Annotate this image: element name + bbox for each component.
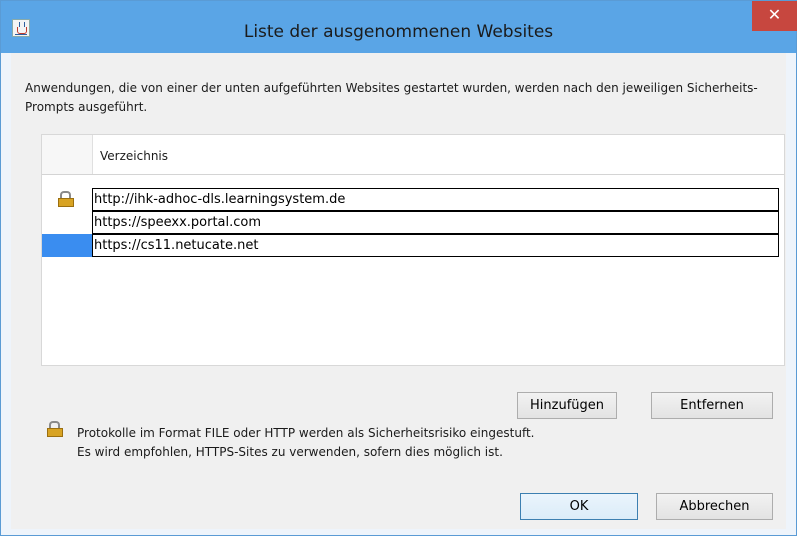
icon-column-header <box>42 135 93 174</box>
table-row-selected[interactable]: https://cs11.netucate.net <box>42 234 784 257</box>
dialog-window: Liste der ausgenommenen Websites ✕ Anwen… <box>0 0 797 536</box>
window-title: Liste der ausgenommenen Websites <box>243 22 554 42</box>
table-header: Verzeichnis <box>42 135 784 175</box>
url-cell[interactable]: http://ihk-adhoc-dls.learningsystem.de <box>92 188 779 211</box>
exception-site-table[interactable]: Verzeichnis http://ihk-adhoc-dls.learnin… <box>41 134 785 366</box>
cancel-button[interactable]: Abbrechen <box>656 493 773 520</box>
security-info-line-1: Protokolle im Format FILE oder HTTP werd… <box>77 426 535 440</box>
row-icon-cell <box>42 211 92 234</box>
ok-button[interactable]: OK <box>520 493 638 520</box>
remove-button[interactable]: Entfernen <box>651 392 773 419</box>
dialog-content: Anwendungen, die von einer der unten auf… <box>11 53 786 529</box>
row-selection-cell <box>42 234 92 257</box>
table-row[interactable]: http://ihk-adhoc-dls.learningsystem.de <box>42 188 784 211</box>
row-icon-cell <box>42 188 92 211</box>
lock-icon <box>58 191 74 207</box>
security-info-line-2: Es wird empfohlen, HTTPS-Sites zu verwen… <box>77 445 503 459</box>
security-info-text: Protokolle im Format FILE oder HTTP werd… <box>77 424 534 462</box>
table-row[interactable]: https://speexx.portal.com <box>42 211 784 234</box>
lock-icon <box>47 421 63 437</box>
add-button[interactable]: Hinzufügen <box>517 392 617 419</box>
description-text: Anwendungen, die von einer der unten auf… <box>25 81 758 114</box>
close-button[interactable]: ✕ <box>752 1 797 31</box>
url-cell[interactable]: https://speexx.portal.com <box>92 211 779 234</box>
url-cell[interactable]: https://cs11.netucate.net <box>92 234 779 257</box>
column-header-verzeichnis[interactable]: Verzeichnis <box>100 149 168 163</box>
title-bar[interactable]: Liste der ausgenommenen Websites ✕ <box>1 1 797 53</box>
